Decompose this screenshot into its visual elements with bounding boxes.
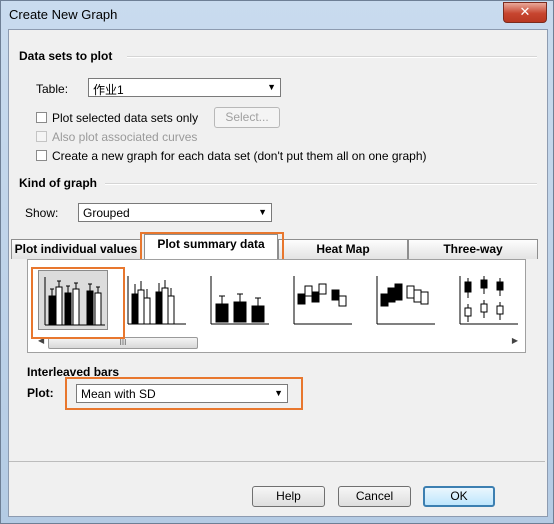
help-button[interactable]: Help [252, 486, 325, 507]
new-graph-checkbox[interactable] [36, 150, 47, 161]
ok-button[interactable]: OK [423, 486, 495, 507]
bars-with-error-icon [210, 276, 269, 325]
table-select[interactable]: 作业1 ▼ [88, 78, 281, 97]
table-select-value: 作业1 [93, 83, 124, 97]
floating-bars-2-icon [376, 276, 435, 325]
new-graph-label: Create a new graph for each data set (do… [52, 149, 427, 163]
also-plot-checkbox[interactable] [36, 131, 47, 142]
close-button[interactable]: ✕ [503, 2, 547, 23]
dialog-title: Create New Graph [9, 7, 118, 22]
title-bar[interactable]: Create New Graph ✕ [1, 1, 553, 29]
footer-divider [9, 461, 545, 462]
selected-thumb-highlight [31, 267, 125, 339]
plot-selected-label: Plot selected data sets only [52, 111, 199, 125]
cancel-button[interactable]: Cancel [338, 486, 411, 507]
create-new-graph-dialog: Create New Graph ✕ Data sets to plot Tab… [0, 0, 554, 524]
chevron-down-icon: ▼ [267, 82, 276, 92]
plot-selected-checkbox[interactable] [36, 112, 47, 123]
thumb-grouped-bars[interactable] [120, 270, 190, 330]
table-label: Table: [36, 82, 69, 96]
tab-three-way[interactable]: Three-way [408, 239, 538, 259]
summary-tab-highlight [140, 232, 284, 262]
box-whiskers-icon [459, 276, 518, 325]
thumb-bars-with-error[interactable] [203, 270, 273, 330]
thumb-box-whiskers[interactable] [452, 270, 522, 330]
show-select-value: Grouped [83, 206, 130, 220]
kind-divider [105, 183, 537, 185]
plot-select-highlight [65, 377, 303, 410]
grouped-bars-icon [127, 276, 186, 325]
tab-plot-individual-values[interactable]: Plot individual values [11, 239, 141, 259]
chevron-down-icon: ▼ [258, 207, 267, 217]
select-button[interactable]: Select... [214, 107, 280, 128]
kind-section-title: Kind of graph [19, 176, 97, 190]
thumb-floating-bars-2[interactable] [369, 270, 439, 330]
show-select[interactable]: Grouped ▼ [78, 203, 272, 222]
tab-heat-map[interactable]: Heat Map [278, 239, 408, 259]
also-plot-label: Also plot associated curves [52, 130, 198, 144]
floating-bars-icon [293, 276, 352, 325]
datasets-section-title: Data sets to plot [19, 49, 113, 63]
plot-label: Plot: [27, 386, 54, 400]
datasets-divider [127, 56, 537, 58]
show-label: Show: [25, 206, 59, 220]
thumb-floating-bars[interactable] [286, 270, 356, 330]
scroll-right-icon[interactable]: ▶ [512, 336, 518, 345]
